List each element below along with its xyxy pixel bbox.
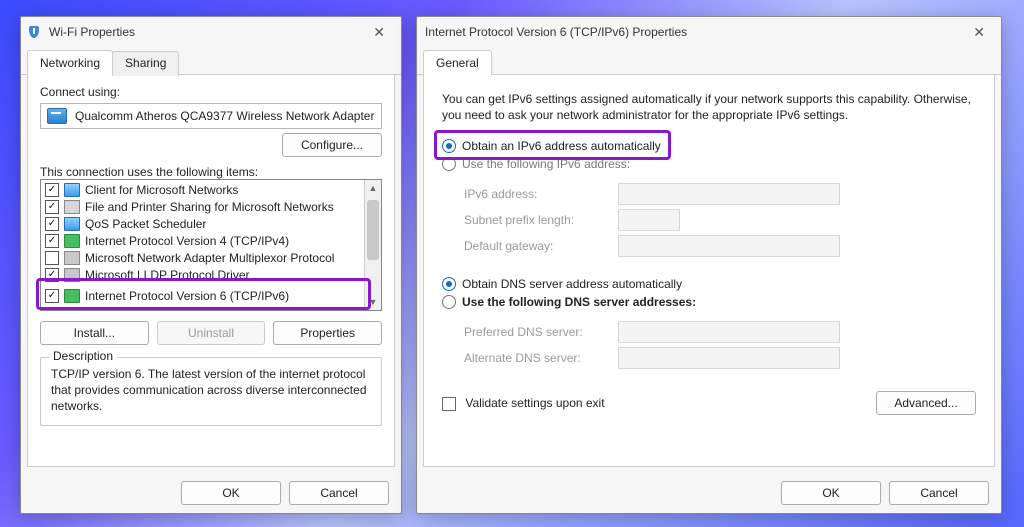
radio-use-address[interactable]: Use the following IPv6 address:: [442, 157, 976, 171]
uninstall-button: Uninstall: [157, 321, 266, 345]
list-item[interactable]: Microsoft Network Adapter Multiplexor Pr…: [41, 249, 364, 266]
preferred-dns-input: [618, 321, 840, 343]
checkbox-icon[interactable]: [45, 200, 59, 214]
cancel-button[interactable]: Cancel: [889, 481, 989, 505]
list-item-label: Internet Protocol Version 4 (TCP/IPv4): [85, 234, 289, 248]
checkbox-icon[interactable]: [442, 397, 456, 411]
properties-button[interactable]: Properties: [273, 321, 382, 345]
protocol-icon: [64, 217, 80, 231]
list-item[interactable]: Internet Protocol Version 6 (TCP/IPv6): [41, 287, 364, 304]
field-default-gateway: Default gateway:: [464, 235, 976, 257]
protocol-icon: [64, 251, 80, 265]
adapter-name: Qualcomm Atheros QCA9377 Wireless Networ…: [75, 109, 374, 123]
protocol-icon: [64, 183, 80, 197]
connect-using-label: Connect using:: [40, 85, 382, 99]
list-item[interactable]: Internet Protocol Version 4 (TCP/IPv4): [41, 232, 364, 249]
checkbox-icon[interactable]: [45, 268, 59, 282]
ipv6-tabs: General: [417, 49, 1001, 75]
tab-general[interactable]: General: [423, 50, 492, 75]
list-item-label: QoS Packet Scheduler: [85, 217, 206, 231]
checkbox-icon[interactable]: [45, 217, 59, 231]
configure-button[interactable]: Configure...: [282, 133, 382, 157]
field-prefix-length: Subnet prefix length:: [464, 209, 976, 231]
tab-sharing[interactable]: Sharing: [112, 51, 179, 76]
list-item-label: Internet Protocol Version 6 (TCP/IPv6): [85, 289, 289, 303]
ok-button[interactable]: OK: [181, 481, 281, 505]
ipv6-tabpage: You can get IPv6 settings assigned autom…: [423, 75, 995, 467]
list-item-label: Client for Microsoft Networks: [85, 183, 238, 197]
list-item-label: File and Printer Sharing for Microsoft N…: [85, 200, 334, 214]
list-item[interactable]: Microsoft LLDP Protocol Driver: [41, 266, 364, 283]
list-item-label: Microsoft Network Adapter Multiplexor Pr…: [85, 251, 334, 265]
list-item[interactable]: Client for Microsoft Networks: [41, 181, 364, 198]
protocol-icon: [64, 234, 80, 248]
wifi-properties-dialog: Wi-Fi Properties ✕ Networking Sharing Co…: [20, 16, 402, 514]
ipv6-info: You can get IPv6 settings assigned autom…: [442, 91, 976, 123]
checkbox-icon[interactable]: [45, 183, 59, 197]
default-gateway-input: [618, 235, 840, 257]
checkbox-icon[interactable]: [45, 234, 59, 248]
protocol-icon: [64, 200, 80, 214]
wifi-tabs: Networking Sharing: [21, 49, 401, 75]
scroll-down-icon[interactable]: ▼: [365, 294, 381, 310]
radio-on-icon: [442, 139, 456, 153]
list-item-label: Microsoft LLDP Protocol Driver: [85, 268, 250, 282]
checkbox-icon[interactable]: [45, 251, 59, 265]
description-legend: Description: [49, 349, 117, 363]
description-group: Description TCP/IP version 6. The latest…: [40, 357, 382, 426]
close-icon[interactable]: ✕: [965, 20, 993, 45]
items-label: This connection uses the following items…: [40, 165, 382, 179]
install-button[interactable]: Install...: [40, 321, 149, 345]
wifi-tabpage: Connect using: Qualcomm Atheros QCA9377 …: [27, 75, 395, 467]
ipv6-titlebar[interactable]: Internet Protocol Version 6 (TCP/IPv6) P…: [417, 17, 1001, 47]
scroll-up-icon[interactable]: ▲: [365, 180, 381, 196]
radio-off-icon: [442, 157, 456, 171]
advanced-button[interactable]: Advanced...: [876, 391, 976, 415]
validate-row[interactable]: Validate settings upon exit: [442, 396, 605, 411]
protocol-icon: [64, 289, 80, 303]
radio-off-icon: [442, 295, 456, 309]
field-preferred-dns: Preferred DNS server:: [464, 321, 976, 343]
radio-on-icon: [442, 277, 456, 291]
close-icon[interactable]: ✕: [365, 20, 393, 45]
adapter-icon: [47, 108, 67, 124]
scrollbar[interactable]: ▲ ▼: [364, 180, 381, 310]
description-text: TCP/IP version 6. The latest version of …: [51, 366, 371, 415]
list-item[interactable]: QoS Packet Scheduler: [41, 215, 364, 232]
protocol-icon: [64, 268, 80, 282]
field-alternate-dns: Alternate DNS server:: [464, 347, 976, 369]
ipv6-address-input: [618, 183, 840, 205]
prefix-length-input: [618, 209, 680, 231]
ok-button[interactable]: OK: [781, 481, 881, 505]
wifi-title: Wi-Fi Properties: [49, 25, 135, 39]
ipv6-properties-dialog: Internet Protocol Version 6 (TCP/IPv6) P…: [416, 16, 1002, 514]
alternate-dns-input: [618, 347, 840, 369]
field-ipv6-address: IPv6 address:: [464, 183, 976, 205]
radio-auto-dns[interactable]: Obtain DNS server address automatically: [442, 277, 976, 291]
checkbox-icon[interactable]: [45, 289, 59, 303]
shield-icon: [29, 26, 39, 38]
wifi-titlebar[interactable]: Wi-Fi Properties ✕: [21, 17, 401, 47]
ipv6-title: Internet Protocol Version 6 (TCP/IPv6) P…: [425, 25, 687, 39]
radio-use-dns[interactable]: Use the following DNS server addresses:: [442, 295, 976, 309]
list-item[interactable]: File and Printer Sharing for Microsoft N…: [41, 198, 364, 215]
radio-auto-address[interactable]: Obtain an IPv6 address automatically: [442, 139, 976, 153]
scroll-thumb[interactable]: [367, 200, 379, 260]
cancel-button[interactable]: Cancel: [289, 481, 389, 505]
connection-items-list[interactable]: Client for Microsoft Networks File and Pr…: [40, 179, 382, 311]
tab-networking[interactable]: Networking: [27, 50, 113, 75]
